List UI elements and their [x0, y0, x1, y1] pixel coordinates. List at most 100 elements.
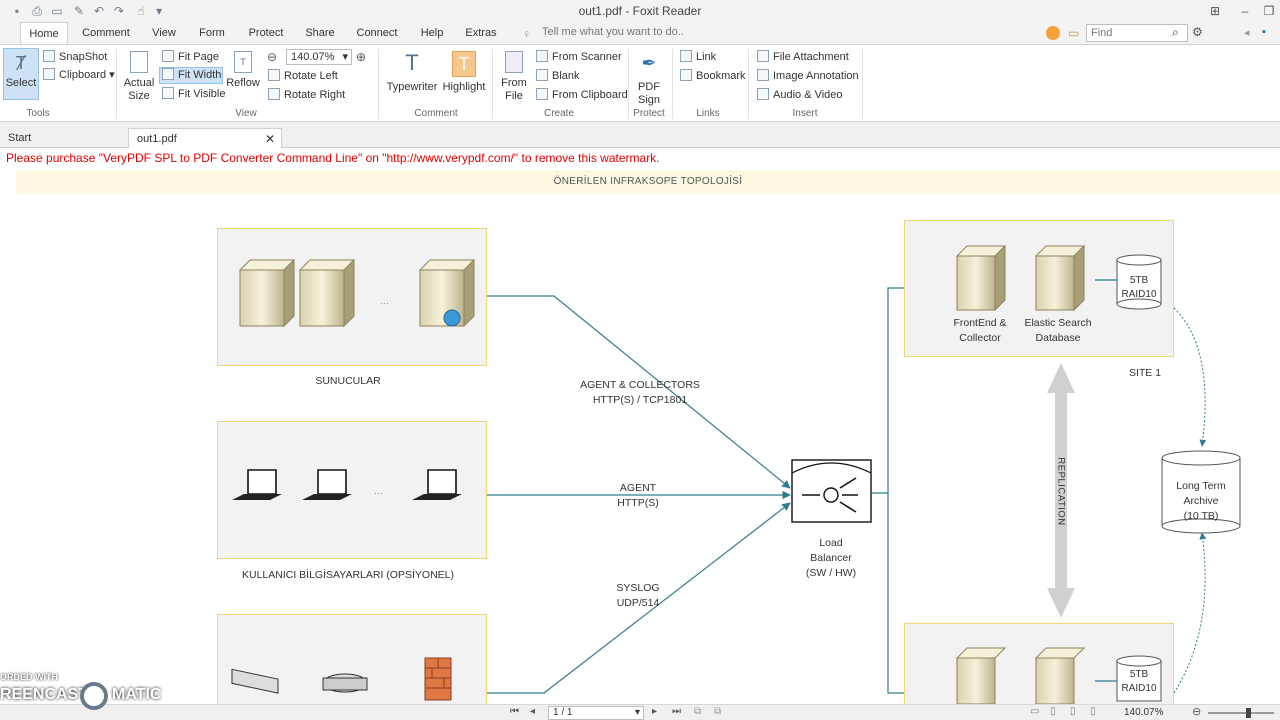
tab-extras[interactable]: Extras — [462, 22, 500, 44]
replication-label: REPLICATION — [1055, 457, 1067, 526]
window-title: out1.pdf - Foxit Reader — [578, 4, 702, 18]
back-icon[interactable]: ◂ — [1244, 26, 1250, 39]
load-balancer-label: Load Balancer (SW / HW) — [790, 536, 872, 581]
zoom-slider-handle[interactable] — [1246, 708, 1251, 718]
syslog-line2: UDP/514 — [616, 597, 660, 609]
page-value: 1 / 1 — [553, 707, 573, 718]
continuous-icon[interactable]: ▯ — [1050, 706, 1056, 717]
rotate-right-label: Rotate Right — [284, 89, 346, 101]
firewall-icon — [424, 657, 452, 701]
sunucular-label: SUNUCULAR — [315, 375, 381, 387]
zoom-out-icon[interactable]: ⊖ — [1192, 705, 1201, 718]
raid-label-1: 5TB RAID10 — [1117, 274, 1161, 302]
link-button[interactable]: Link — [680, 50, 716, 63]
rotate-right-button[interactable]: Rotate Right — [268, 88, 345, 101]
rotate-left-button[interactable]: Rotate Left — [268, 69, 338, 82]
continuous-view-icon[interactable]: ⧉ — [694, 706, 701, 717]
tab-comment[interactable]: Comment — [78, 22, 134, 44]
tab-share[interactable]: Share — [302, 22, 338, 44]
blank-button[interactable]: Blank — [536, 69, 580, 82]
prev-page-icon[interactable]: ◂ — [530, 706, 535, 717]
zoom-slider[interactable] — [1208, 712, 1274, 714]
tell-me-input[interactable]: Tell me what you want to do.. — [542, 26, 684, 38]
audio-video-label: Audio & Video — [773, 89, 843, 101]
restore-icon[interactable]: ❐ — [1260, 2, 1278, 20]
snapshot-button[interactable]: SnapShot — [43, 50, 107, 63]
typewriter-button[interactable]: T Typewriter — [386, 51, 438, 94]
audio-video-button[interactable]: Audio & Video — [757, 88, 843, 101]
archive-link-top — [1173, 307, 1207, 447]
fit-page-button[interactable]: Fit Page — [162, 50, 219, 63]
separator — [492, 49, 493, 119]
raid1-line2: RAID10 — [1121, 289, 1157, 300]
elastic-server-icon — [1034, 244, 1086, 312]
heart-icon[interactable] — [1046, 26, 1060, 40]
actual-size-label-2: Size — [128, 90, 150, 102]
first-page-icon[interactable]: ⏮ — [510, 706, 519, 717]
search-icon[interactable]: ⌕ — [1172, 25, 1179, 40]
notification-icon[interactable]: ▪ — [1262, 26, 1266, 38]
tab-protect[interactable]: Protect — [244, 22, 288, 44]
single-page-icon[interactable]: ▭ — [1030, 706, 1039, 717]
tab-form[interactable]: Form — [194, 22, 230, 44]
rotate-right-icon — [268, 88, 280, 100]
document-view[interactable]: Please purchase "VeryPDF SPL to PDF Conv… — [0, 148, 1280, 704]
highlight-button[interactable]: T Highlight — [442, 51, 486, 94]
close-icon[interactable]: ✕ — [265, 129, 275, 149]
from-scanner-button[interactable]: From Scanner — [536, 50, 622, 63]
file-attachment-button[interactable]: File Attachment — [757, 50, 849, 63]
chevron-down-icon: ▾ — [342, 51, 348, 63]
scanner-icon — [536, 50, 548, 62]
servers-ellipsis: ... — [380, 295, 389, 307]
bookmark-label: Bookmark — [696, 70, 746, 82]
pdf-sign-button[interactable]: ✒ PDF Sign — [632, 51, 666, 107]
tab-view[interactable]: View — [146, 22, 182, 44]
tab-out1-pdf[interactable]: out1.pdf ✕ — [128, 128, 282, 148]
server-icon-1 — [238, 258, 296, 328]
from-clipboard-button[interactable]: From Clipboard — [536, 88, 628, 101]
zoom-status[interactable]: 140.07% — [1124, 707, 1163, 718]
lb-line2: Balancer — [810, 552, 852, 564]
group-protect-label: Protect — [633, 108, 665, 119]
router-icon — [322, 673, 368, 693]
zoom-in-icon[interactable]: ⊕ — [356, 50, 366, 64]
image-annotation-button[interactable]: Image Annotation — [757, 69, 859, 82]
tab-start[interactable]: Start — [0, 128, 120, 148]
fit-width-button[interactable]: Fit Width — [162, 68, 221, 81]
tab-home[interactable]: Home — [20, 22, 68, 45]
tab-help[interactable]: Help — [414, 22, 450, 44]
group-view-label: View — [235, 108, 257, 119]
last-page-icon[interactable]: ⏭ — [672, 706, 681, 717]
fit-visible-button[interactable]: Fit Visible — [162, 87, 225, 100]
gear-icon[interactable]: ⚙ — [1192, 25, 1203, 39]
next-page-icon[interactable]: ▸ — [652, 706, 657, 717]
clipboard-button[interactable]: Clipboard ▾ — [43, 68, 115, 81]
page-input[interactable]: 1 / 1 ▾ — [548, 706, 644, 720]
tab-connect[interactable]: Connect — [352, 22, 402, 44]
layout-icon[interactable]: ⊞ — [1206, 2, 1224, 20]
cover-icon[interactable]: ▯ — [1090, 706, 1096, 717]
separator — [116, 49, 117, 119]
laptop-icon-3 — [412, 469, 462, 500]
lightbulb-icon: ♀ — [522, 27, 531, 41]
zoom-out-icon[interactable]: ⊖ — [267, 50, 277, 64]
bookmark-button[interactable]: Bookmark — [680, 69, 746, 82]
actual-size-button[interactable]: Actual Size — [122, 51, 156, 103]
raid2-line2: RAID10 — [1121, 683, 1157, 694]
folder-icon[interactable]: ▭ — [1068, 26, 1079, 40]
tab-file-label: out1.pdf — [137, 133, 177, 145]
select-tool[interactable]: Ⱦ Select — [5, 53, 37, 90]
pen-icon: ✒ — [641, 53, 657, 73]
ribbon: Ⱦ Select SnapShot Clipboard ▾ Tools Actu… — [0, 44, 1280, 122]
reflow-button[interactable]: T Reflow — [226, 51, 260, 90]
minimize-icon[interactable]: – — [1236, 2, 1254, 20]
reflow-label: Reflow — [226, 77, 260, 89]
syslog-label: SYSLOG UDP/514 — [598, 581, 678, 611]
zoom-input[interactable]: 140.07% ▾ — [286, 49, 352, 65]
fit-width-icon — [162, 68, 174, 80]
facing-icon[interactable]: ▯ — [1070, 706, 1076, 717]
from-file-button[interactable]: From File — [498, 51, 530, 103]
blank-page-icon — [536, 69, 548, 81]
separator — [672, 49, 673, 119]
facing-view-icon[interactable]: ⧉ — [714, 706, 721, 717]
